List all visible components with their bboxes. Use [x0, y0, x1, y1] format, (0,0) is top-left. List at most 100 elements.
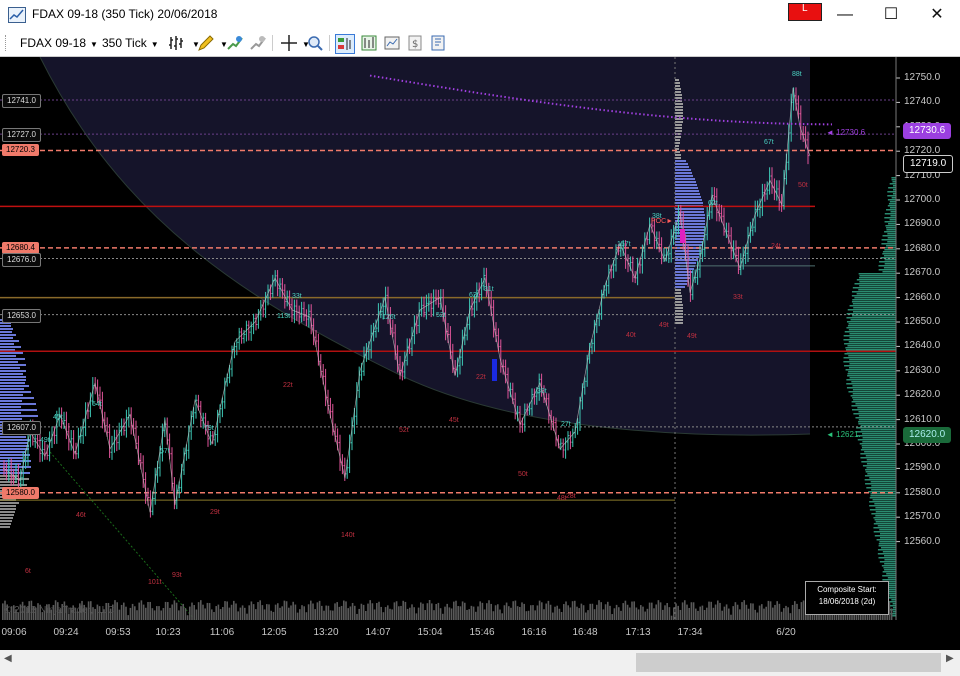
volume-bar — [235, 603, 237, 620]
session-profile-bar — [675, 94, 682, 96]
volume-bar — [389, 608, 391, 620]
volume-bar — [772, 607, 774, 620]
properties-icon[interactable] — [383, 34, 401, 52]
volume-bar — [686, 604, 688, 620]
alert-indicator[interactable]: L — [788, 3, 822, 21]
volume-bar — [310, 600, 312, 620]
time-axis-label: 11:06 — [209, 627, 235, 638]
composite-profile-bar — [883, 267, 896, 269]
chart-toolbar: FDAX 09-18 ▼ 350 Tick ▼ ▼ ▼ ▼ $ — [0, 30, 960, 57]
volume-bar — [587, 610, 589, 620]
close-button[interactable]: ✕ — [914, 0, 960, 30]
instrument-selector[interactable]: FDAX 09-18 ▼ — [20, 36, 98, 50]
volume-bar — [721, 610, 723, 620]
volume-bar — [373, 609, 376, 620]
minimize-button[interactable]: — — [822, 0, 868, 30]
volume-bar — [613, 608, 616, 620]
price-axis-label: 12610.0 — [904, 413, 941, 425]
volume-bar — [178, 610, 180, 620]
bar-type-icon[interactable] — [168, 34, 186, 52]
volume-bar — [318, 600, 321, 620]
volume-bar — [743, 600, 745, 620]
volume-bar — [281, 606, 283, 620]
volume-bar — [327, 605, 330, 620]
composite-profile-bar — [891, 599, 896, 601]
time-axis-label: 15:46 — [469, 627, 495, 638]
composite-profile-bar — [882, 235, 896, 237]
scroll-right-icon[interactable]: ▶ — [946, 653, 954, 664]
session-profile-bar — [675, 160, 686, 162]
level-label: 12720.3 — [2, 144, 39, 157]
composite-profile-bar — [846, 379, 896, 381]
volume-bar — [796, 603, 798, 620]
session-profile-bar — [675, 307, 683, 309]
composite-profile-bar — [849, 333, 896, 335]
left-profile-bar — [0, 508, 16, 510]
volume-bar — [206, 602, 209, 620]
strategy-icon[interactable] — [249, 34, 267, 52]
scroll-thumb[interactable] — [636, 653, 941, 672]
composite-profile-bar — [860, 457, 896, 459]
volume-bar — [252, 604, 255, 620]
composite-profile-bar — [848, 355, 896, 357]
left-profile-bar — [0, 376, 26, 378]
volume-bar — [659, 602, 662, 620]
volume-bar — [783, 608, 785, 620]
volume-bar — [673, 607, 675, 620]
tick-count-label-top: 126t — [382, 314, 396, 321]
pencil-icon[interactable] — [197, 34, 215, 52]
chart-trader-icon[interactable] — [335, 34, 355, 54]
templates-icon[interactable] — [429, 34, 447, 52]
data-box-icon[interactable] — [360, 34, 378, 52]
volume-bar — [761, 604, 763, 620]
composite-profile-bar — [883, 255, 896, 257]
composite-profile-bar — [882, 271, 896, 273]
interval-selector[interactable]: 350 Tick ▼ — [102, 36, 159, 50]
composite-profile-bar — [861, 445, 896, 447]
volume-bar — [530, 605, 532, 620]
vwap-arrow-label: ◄ 12730.6 — [826, 128, 866, 137]
price-chart[interactable]: 45t 49t 54t 57t 79t 113t 33t 126t 52t 62t 31t 30t 27… — [0, 57, 960, 620]
session-profile-bar — [675, 217, 705, 219]
session-profile-bar — [675, 319, 683, 321]
volume-bar — [428, 600, 431, 620]
left-profile-bar — [0, 337, 13, 339]
volume-bars — [2, 600, 893, 620]
scroll-left-icon[interactable]: ◀ — [4, 653, 12, 664]
volume-bar — [437, 602, 440, 620]
tick-count-label-top: 52t — [436, 312, 446, 319]
composite-profile-bar — [857, 439, 896, 441]
price-marker-icon[interactable]: $ — [406, 34, 424, 52]
volume-bar — [411, 604, 413, 620]
composite-profile-bar — [860, 425, 896, 427]
composite-profile-bar — [862, 465, 896, 467]
volume-bar — [712, 607, 715, 620]
composite-profile-bar — [860, 453, 896, 455]
volume-bar — [497, 604, 499, 620]
volume-bar — [690, 602, 693, 620]
left-profile-bar — [0, 418, 22, 420]
horizontal-scrollbar[interactable]: ◀ ▶ — [0, 650, 960, 676]
add-indicator-icon[interactable] — [226, 34, 244, 52]
volume-bar — [622, 603, 624, 620]
crosshair-icon[interactable] — [280, 34, 298, 52]
volume-bar — [160, 610, 162, 620]
volume-bar — [241, 605, 244, 620]
composite-profile-bar — [852, 287, 896, 289]
price-axis[interactable] — [895, 57, 900, 620]
volume-bar — [259, 600, 261, 620]
composite-profile-bar — [844, 365, 896, 367]
composite-profile-bar — [852, 389, 896, 391]
session-profile-bar — [675, 259, 698, 261]
composite-profile-bar — [878, 557, 896, 559]
zoom-icon[interactable] — [306, 34, 324, 52]
composite-profile-bar — [866, 463, 896, 465]
time-axis-label: 09:06 — [1, 627, 27, 638]
composite-profile-bar — [845, 349, 896, 351]
time-axis[interactable]: 09:06 09:24 09:53 10:23 11:06 12:05 13:20 14:07… — [0, 620, 960, 650]
composite-profile-bar — [869, 505, 896, 507]
maximize-button[interactable]: ☐ — [868, 0, 914, 30]
volume-bar — [380, 606, 382, 620]
volume-bar — [653, 608, 655, 620]
composite-profile-bar — [859, 443, 896, 445]
